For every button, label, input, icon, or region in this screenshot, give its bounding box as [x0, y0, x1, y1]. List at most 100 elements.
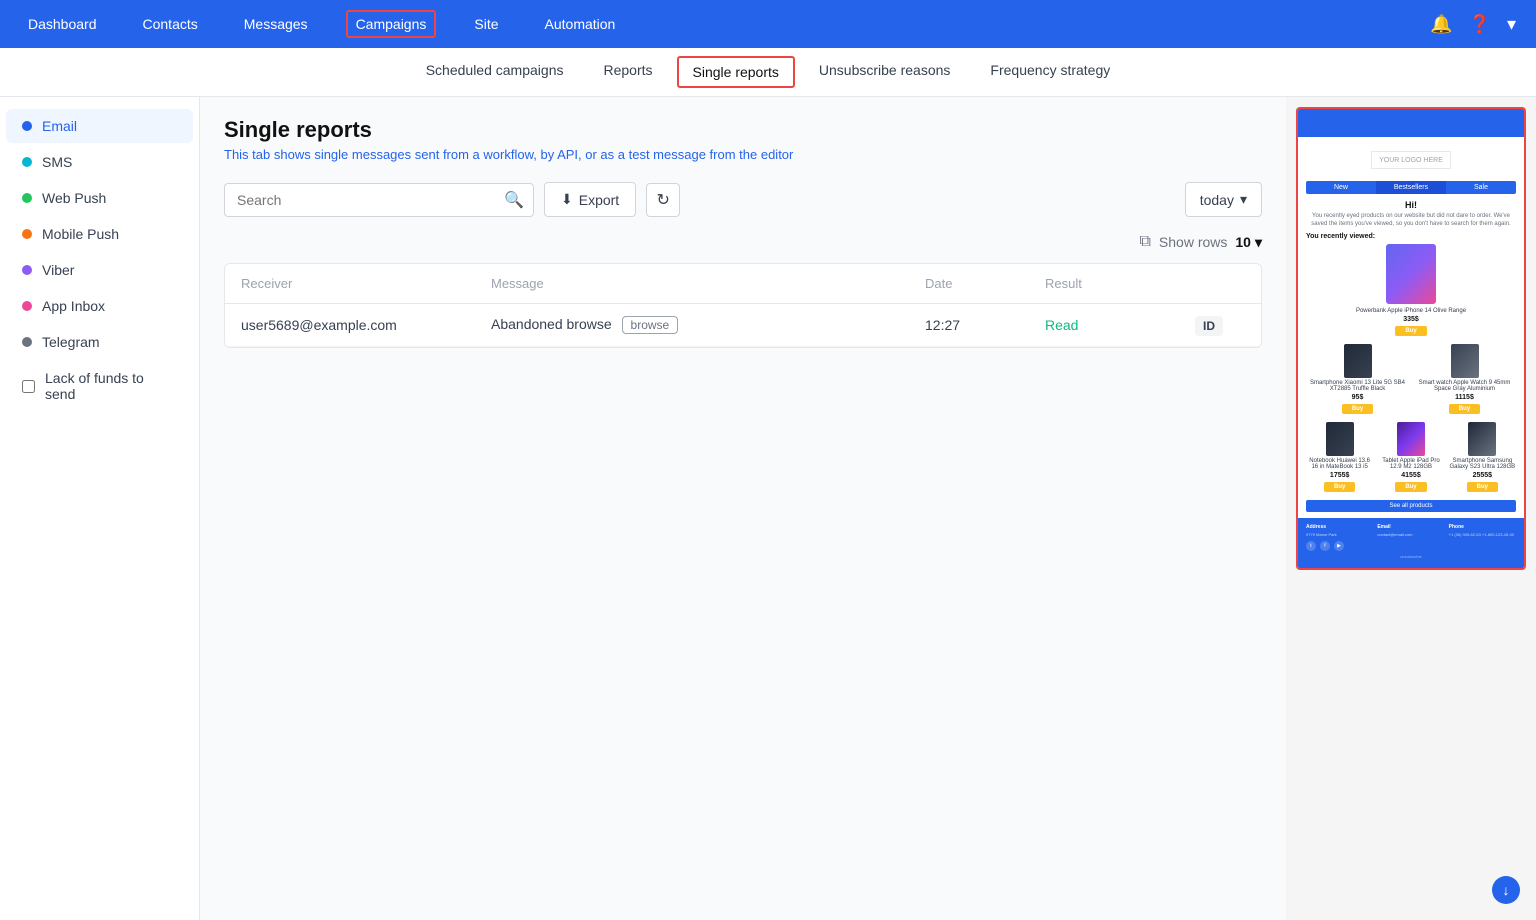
email-preview-panel: YOUR LOGO HERE New Bestsellers Sale Hi! … — [1296, 107, 1526, 570]
sms-dot — [22, 157, 32, 167]
search-input[interactable] — [224, 183, 534, 217]
preview-laptop-price: 1755$ — [1330, 472, 1349, 479]
preview-footer-email-title: Email — [1377, 524, 1444, 530]
refresh-icon: ↻ — [657, 190, 670, 210]
nav-messages[interactable]: Messages — [236, 12, 316, 36]
subnav-frequency[interactable]: Frequency strategy — [970, 48, 1130, 96]
preview-main-product-img — [1386, 244, 1436, 304]
preview-tab-new: New — [1306, 181, 1376, 194]
cell-id[interactable]: ID — [1195, 317, 1245, 333]
preview-header-bar — [1298, 109, 1524, 137]
preview-main-product-name: Powerbank Apple iPhone 14 Olive Range — [1356, 308, 1466, 314]
preview-samsung-name: Smartphone Samsung Galaxy S23 Ultra 128G… — [1449, 458, 1516, 470]
preview-footer-grid: Address 9779 Manor Park Email contact@em… — [1306, 524, 1516, 538]
preview-products-row-2: Notebook Huawei 13.6 16 in MateBook 13 i… — [1306, 422, 1516, 492]
refresh-button[interactable]: ↻ — [646, 183, 680, 217]
date-picker[interactable]: today ▾ — [1185, 182, 1262, 217]
preview-phone-img — [1344, 344, 1372, 378]
top-nav-right: 🔔 ❓ ▾ — [1430, 14, 1516, 35]
email-preview-wrapper: YOUR LOGO HERE New Bestsellers Sale Hi! … — [1286, 97, 1536, 920]
twitter-icon[interactable]: t — [1306, 541, 1316, 551]
youtube-icon[interactable]: ▶ — [1334, 541, 1344, 551]
rows-count-select[interactable]: 10 ▾ — [1235, 234, 1262, 251]
nav-dashboard[interactable]: Dashboard — [20, 12, 105, 36]
subnav-unsubscribe[interactable]: Unsubscribe reasons — [799, 48, 971, 96]
preview-unsubscribe-text: unsubscribe — [1306, 551, 1516, 562]
sidebar-lack-funds[interactable]: Lack of funds to send — [6, 361, 193, 411]
sidebar-label-appinbox: App Inbox — [42, 298, 105, 314]
preview-body-text: You recently eyed products on our websit… — [1306, 212, 1516, 229]
preview-samsung-buy[interactable]: Buy — [1467, 482, 1498, 492]
subnav-reports[interactable]: Reports — [583, 48, 672, 96]
export-button[interactable]: ⬇ Export — [544, 182, 636, 217]
sidebar-label-sms: SMS — [42, 154, 72, 170]
preview-watch-buy[interactable]: Buy — [1449, 404, 1480, 414]
col-actions — [1195, 276, 1245, 291]
nav-contacts[interactable]: Contacts — [135, 12, 206, 36]
preview-phone-name: Smartphone Xiaomi 13 Lite 5G SB4 XT2885 … — [1306, 380, 1409, 392]
preview-tablet-buy[interactable]: Buy — [1395, 482, 1426, 492]
search-wrapper: 🔍 — [224, 183, 534, 217]
preview-laptop-img — [1326, 422, 1354, 456]
email-preview-inner: YOUR LOGO HERE New Bestsellers Sale Hi! … — [1298, 109, 1524, 568]
help-icon[interactable]: ❓ — [1469, 14, 1491, 35]
notification-icon[interactable]: 🔔 — [1430, 14, 1452, 35]
message-text: Abandoned browse — [491, 316, 612, 332]
sidebar-label-webpush: Web Push — [42, 190, 106, 206]
nav-site[interactable]: Site — [466, 12, 506, 36]
preview-footer-address-title: Address — [1306, 524, 1373, 530]
message-tag[interactable]: browse — [622, 316, 679, 334]
mobilepush-dot — [22, 229, 32, 239]
sidebar-label-email: Email — [42, 118, 77, 134]
cell-message: Abandoned browse browse — [491, 316, 925, 334]
preview-phone-buy[interactable]: Buy — [1342, 404, 1373, 414]
subnav-scheduled[interactable]: Scheduled campaigns — [406, 48, 584, 96]
email-dot — [22, 121, 32, 131]
preview-phone-price: 95$ — [1352, 394, 1364, 401]
sidebar-item-telegram[interactable]: Telegram — [6, 325, 193, 359]
preview-watch-name: Smart watch Apple Watch 9 45mm Space Gra… — [1413, 380, 1516, 392]
sidebar-item-email[interactable]: Email — [6, 109, 193, 143]
export-icon: ⬇ — [561, 191, 573, 208]
page-subtitle: This tab shows single messages sent from… — [224, 147, 1262, 162]
nav-automation[interactable]: Automation — [537, 12, 624, 36]
facebook-icon[interactable]: f — [1320, 541, 1330, 551]
preview-scroll-btn[interactable]: ↓ — [1492, 876, 1520, 904]
preview-tablet-img — [1397, 422, 1425, 456]
preview-footer-phone-title: Phone — [1449, 524, 1516, 530]
sidebar-item-sms[interactable]: SMS — [6, 145, 193, 179]
sub-navigation: Scheduled campaigns Reports Single repor… — [0, 48, 1536, 97]
preview-product-laptop: Notebook Huawei 13.6 16 in MateBook 13 i… — [1306, 422, 1373, 492]
cell-receiver: user5689@example.com — [241, 317, 491, 333]
date-chevron-icon: ▾ — [1240, 191, 1247, 208]
preview-main-product: Powerbank Apple iPhone 14 Olive Range 33… — [1306, 244, 1516, 336]
webpush-dot — [22, 193, 32, 203]
preview-tab-bestsellers: Bestsellers — [1376, 181, 1446, 194]
sidebar-item-viber[interactable]: Viber — [6, 253, 193, 287]
cell-date: 12:27 — [925, 317, 1045, 333]
sidebar-item-mobile-push[interactable]: Mobile Push — [6, 217, 193, 251]
preview-see-all-btn[interactable]: See all products — [1306, 500, 1516, 512]
copy-icon[interactable]: ⧉ — [1139, 233, 1150, 251]
user-menu-icon[interactable]: ▾ — [1507, 14, 1516, 35]
preview-tablet-price: 4155$ — [1401, 472, 1420, 479]
sidebar-item-app-inbox[interactable]: App Inbox — [6, 289, 193, 323]
sidebar-label-viber: Viber — [42, 262, 74, 278]
preview-watch-price: 1115$ — [1455, 394, 1474, 401]
subnav-single-reports[interactable]: Single reports — [677, 56, 795, 88]
preview-product-samsung: Smartphone Samsung Galaxy S23 Ultra 128G… — [1449, 422, 1516, 492]
col-date: Date — [925, 276, 1045, 291]
sidebar: Email SMS Web Push Mobile Push Viber App… — [0, 97, 200, 920]
lack-funds-checkbox[interactable] — [22, 380, 35, 393]
show-rows-label: Show rows — [1159, 234, 1227, 250]
preview-main-buy-btn[interactable]: Buy — [1395, 326, 1426, 336]
table-header: Receiver Message Date Result — [225, 264, 1261, 304]
preview-laptop-buy[interactable]: Buy — [1324, 482, 1355, 492]
rows-count-chevron: ▾ — [1255, 234, 1262, 251]
id-badge[interactable]: ID — [1195, 316, 1223, 336]
sidebar-item-web-push[interactable]: Web Push — [6, 181, 193, 215]
toolbar: 🔍 ⬇ Export ↻ today ▾ — [224, 182, 1262, 217]
preview-samsung-price: 2555$ — [1473, 472, 1492, 479]
preview-footer-phone: Phone +1 (36) 305-62-63 +1-800-123-45-00 — [1449, 524, 1516, 538]
nav-campaigns[interactable]: Campaigns — [346, 10, 437, 38]
